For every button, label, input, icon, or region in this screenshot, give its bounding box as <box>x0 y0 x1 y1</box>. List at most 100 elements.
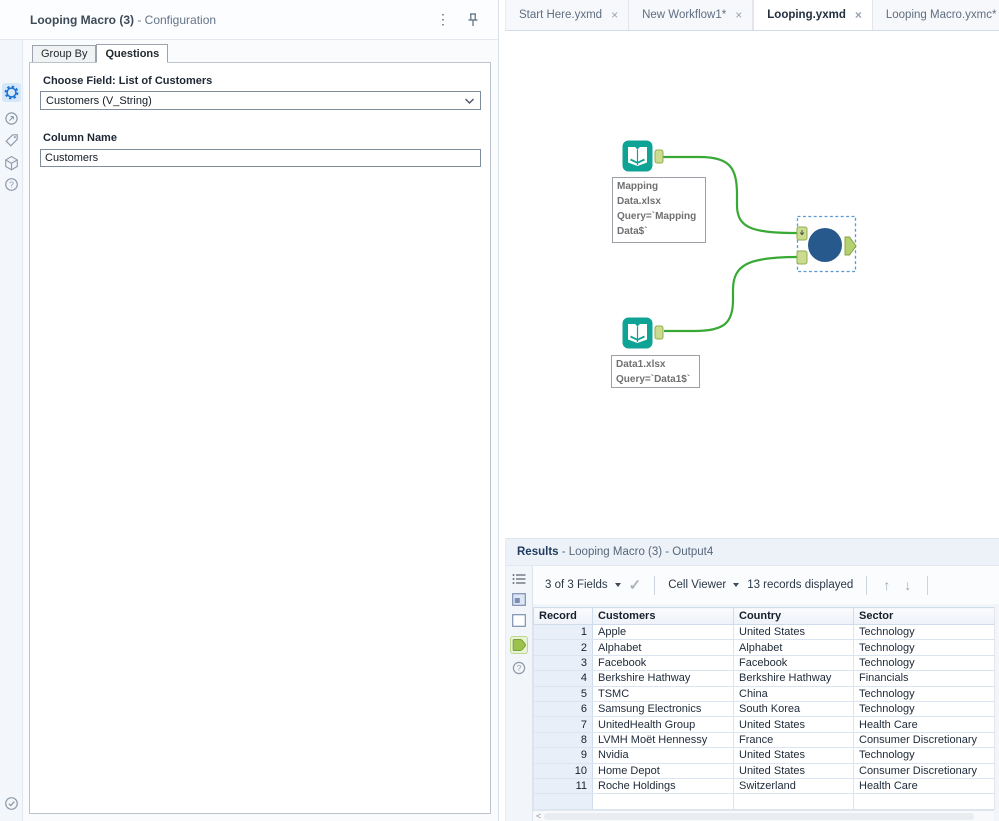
input-data-tool-mapping[interactable] <box>622 140 653 172</box>
check-circle-icon[interactable] <box>2 794 21 813</box>
data-cell[interactable]: Alphabet <box>593 640 734 655</box>
workflow-tab-looping-yxmd[interactable]: Looping.yxmd× <box>753 0 873 30</box>
data-cell[interactable]: TSMC <box>593 686 734 701</box>
close-icon[interactable]: × <box>735 8 742 22</box>
data-cell[interactable]: Berkshire Hathway <box>734 671 854 686</box>
tag-icon[interactable] <box>2 131 21 150</box>
record-number-cell[interactable]: 1 <box>534 625 593 640</box>
cube-icon[interactable] <box>2 153 21 172</box>
data-cell[interactable]: Health Care <box>854 778 995 793</box>
data-cell[interactable]: Roche Holdings <box>593 778 734 793</box>
record-number-cell[interactable]: 3 <box>534 655 593 670</box>
output-anchor-icon[interactable] <box>510 636 528 654</box>
data-cell[interactable]: Health Care <box>854 717 995 732</box>
record-number-cell[interactable]: 5 <box>534 686 593 701</box>
choose-field-dropdown[interactable]: Customers (V_String) <box>40 91 481 110</box>
close-icon[interactable]: × <box>611 8 618 22</box>
results-icon-strip: ? <box>506 566 532 821</box>
gear-icon[interactable] <box>2 83 21 102</box>
data-cell[interactable]: Consumer Discretionary <box>854 732 995 747</box>
config-tab-group-by[interactable]: Group By <box>32 45 96 62</box>
data-cell[interactable]: China <box>734 686 854 701</box>
cell-viewer-dropdown[interactable]: Cell Viewer <box>668 579 739 591</box>
data-cell[interactable]: United States <box>734 748 854 763</box>
column-header-record[interactable]: Record <box>534 608 593 625</box>
data-cell[interactable]: Alphabet <box>734 640 854 655</box>
column-header-customers[interactable]: Customers <box>593 608 734 625</box>
scrollbar-thumb[interactable] <box>544 813 974 820</box>
connection-data1-to-macro[interactable] <box>664 257 797 331</box>
column-header-country[interactable]: Country <box>734 608 854 625</box>
data-cell[interactable]: Switzerland <box>734 778 854 793</box>
vertical-scrollbar[interactable] <box>994 607 999 810</box>
svg-text:?: ? <box>517 664 522 673</box>
workflow-tab-start-here-yxmd[interactable]: Start Here.yxmd× <box>506 0 629 30</box>
data-cell[interactable]: Technology <box>854 748 995 763</box>
data-cell[interactable]: Financials <box>854 671 995 686</box>
record-number-cell[interactable]: 11 <box>534 778 593 793</box>
data-cell[interactable]: Consumer Discretionary <box>854 763 995 778</box>
data-cell[interactable]: Facebook <box>734 655 854 670</box>
macro-output-anchor[interactable] <box>845 237 856 255</box>
book-icon <box>622 317 653 349</box>
data-cell[interactable]: Samsung Electronics <box>593 701 734 716</box>
list-icon[interactable] <box>510 570 528 588</box>
fields-dropdown[interactable]: 3 of 3 Fields <box>545 579 621 591</box>
data-cell[interactable]: Facebook <box>593 655 734 670</box>
data-cell[interactable]: United States <box>734 717 854 732</box>
data1-annotation[interactable]: Data1.xlsx Query=`Data1$` <box>611 355 700 388</box>
horizontal-scrollbar[interactable]: < <box>533 810 994 821</box>
data-cell[interactable]: Nvidia <box>593 748 734 763</box>
apply-check-icon[interactable]: ✓ <box>629 576 642 594</box>
column-header-sector[interactable]: Sector <box>854 608 995 625</box>
record-number-cell[interactable]: 7 <box>534 717 593 732</box>
mapping-annotation[interactable]: Mapping Data.xlsx Query=`Mapping Data$` <box>612 177 706 243</box>
target-icon[interactable] <box>2 109 21 128</box>
data-cell[interactable]: Technology <box>854 701 995 716</box>
data-cell[interactable]: United States <box>734 763 854 778</box>
caret-down-icon <box>733 583 739 587</box>
metadata-view-icon[interactable] <box>510 590 528 608</box>
record-number-cell[interactable]: 8 <box>534 732 593 747</box>
record-number-cell[interactable]: 9 <box>534 748 593 763</box>
down-arrow-button[interactable]: ↓ <box>901 577 914 593</box>
data-view-icon[interactable] <box>510 611 528 629</box>
record-number-cell[interactable]: 6 <box>534 701 593 716</box>
workflow-canvas[interactable]: Mapping Data.xlsx Query=`Mapping Data$` … <box>505 31 999 538</box>
macro-input-anchor-2[interactable] <box>797 251 807 264</box>
data-cell[interactable]: Technology <box>854 625 995 640</box>
record-number-cell[interactable]: 2 <box>534 640 593 655</box>
data-cell[interactable]: Technology <box>854 640 995 655</box>
workflow-tab-looping-macro-yxmc-[interactable]: Looping Macro.yxmc*× <box>873 0 999 30</box>
data-cell[interactable]: Home Depot <box>593 763 734 778</box>
looping-macro-tool[interactable] <box>808 228 842 262</box>
data-cell[interactable]: France <box>734 732 854 747</box>
data-cell[interactable]: Berkshire Hathway <box>593 671 734 686</box>
column-name-input[interactable] <box>40 149 481 167</box>
kebab-menu-icon[interactable]: ⋮ <box>426 11 460 28</box>
data1-output-anchor[interactable] <box>655 326 663 339</box>
data-cell[interactable]: LVMH Moët Hennessy <box>593 732 734 747</box>
pin-icon[interactable] <box>460 12 486 28</box>
data-cell[interactable]: United States <box>734 625 854 640</box>
configuration-content: Group ByQuestions Choose Field: List of … <box>24 40 498 821</box>
mapping-output-anchor[interactable] <box>655 150 663 163</box>
help-icon[interactable]: ? <box>2 175 21 194</box>
data-cell[interactable]: UnitedHealth Group <box>593 717 734 732</box>
help-icon[interactable]: ? <box>510 659 528 677</box>
data-cell[interactable]: Technology <box>854 686 995 701</box>
data-cell[interactable]: Technology <box>854 655 995 670</box>
table-row: 4Berkshire HathwayBerkshire HathwayFinan… <box>534 671 995 686</box>
record-number-cell[interactable]: 4 <box>534 671 593 686</box>
record-number-cell[interactable]: 10 <box>534 763 593 778</box>
choose-field-label: Choose Field: List of Customers <box>43 75 490 87</box>
input-data-tool-data1[interactable] <box>622 317 653 349</box>
scroll-left-icon[interactable]: < <box>533 811 544 821</box>
data-cell[interactable]: South Korea <box>734 701 854 716</box>
data-cell[interactable]: Apple <box>593 625 734 640</box>
close-icon[interactable]: × <box>855 8 862 22</box>
toolbar-separator <box>654 576 655 595</box>
workflow-tab-new-workflow1-[interactable]: New Workflow1*× <box>629 0 753 30</box>
config-tab-questions[interactable]: Questions <box>96 44 168 63</box>
up-arrow-button[interactable]: ↑ <box>880 577 893 593</box>
